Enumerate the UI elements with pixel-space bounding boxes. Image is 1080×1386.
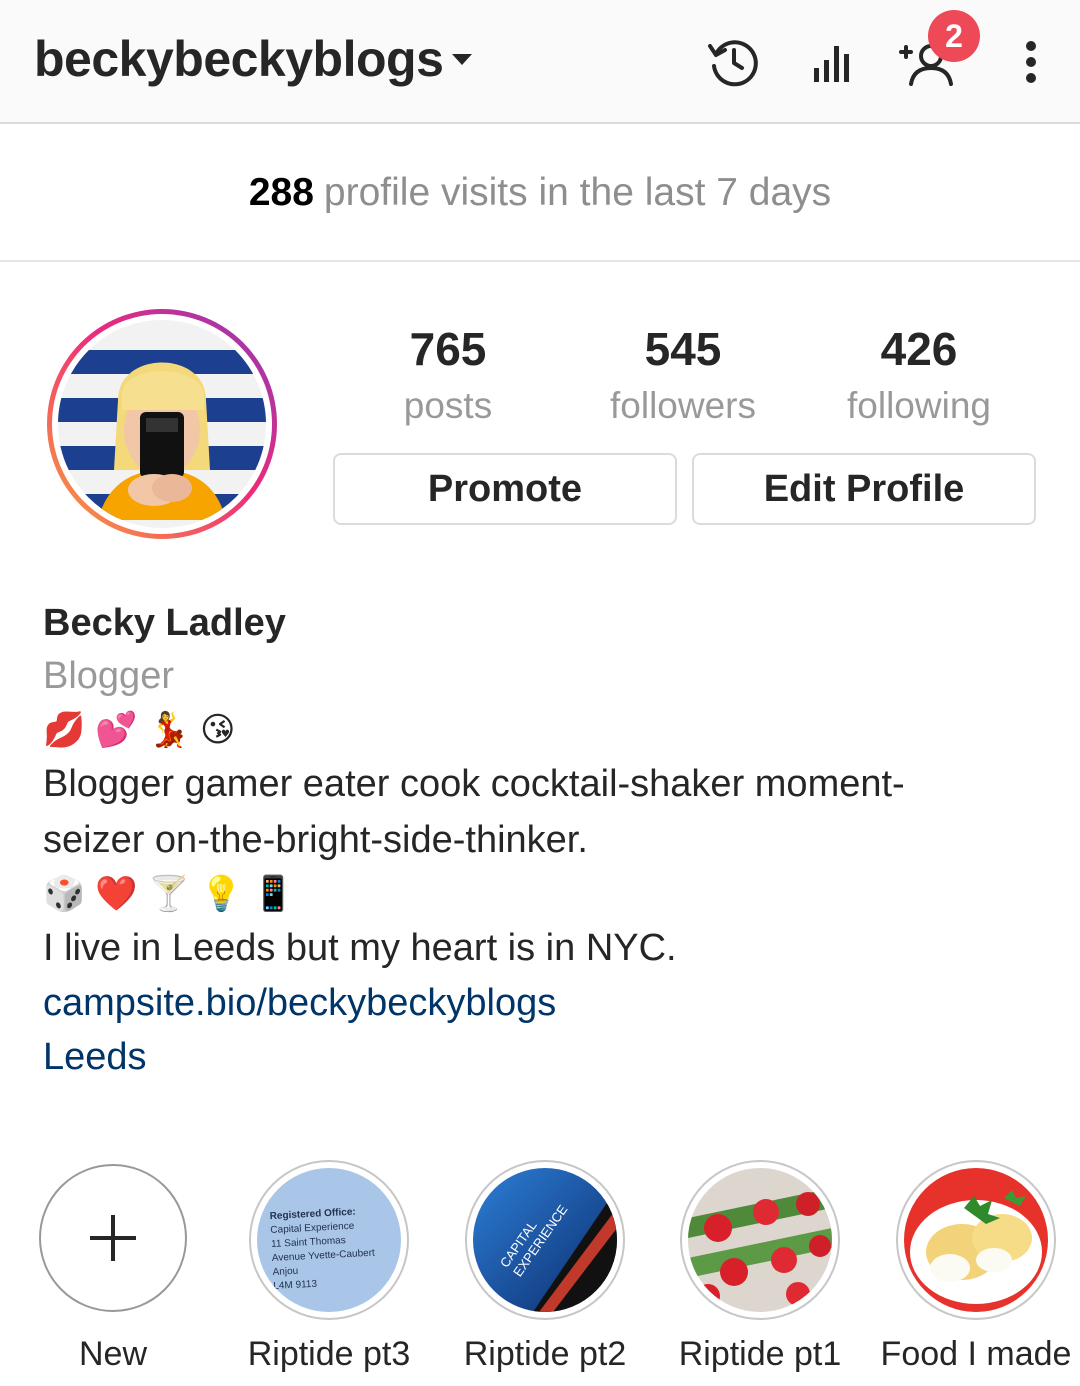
posts-count: 765 bbox=[409, 323, 487, 375]
dice-emoji: 🎲 bbox=[43, 875, 86, 913]
bio-location-link[interactable]: Leeds bbox=[43, 1030, 1043, 1084]
following-count: 426 bbox=[880, 323, 958, 375]
following-label: following bbox=[847, 385, 991, 426]
highlight-cover: CAPITAL EXPERIENCE bbox=[473, 1168, 617, 1312]
posts-label: posts bbox=[403, 385, 493, 426]
bio-emoji-row-1: 💋 💕 💃 😘 bbox=[43, 704, 1043, 756]
cocktail-emoji: 🍸 bbox=[147, 875, 191, 913]
bio-line-3: I live in Leeds but my heart is in NYC. bbox=[43, 927, 677, 969]
highlight-label: Riptide pt2 bbox=[463, 1335, 627, 1373]
followers-count: 545 bbox=[644, 323, 722, 375]
highlight-riptide-pt1[interactable]: Riptide pt1 bbox=[655, 1160, 865, 1376]
stat-posts[interactable]: 765 posts bbox=[328, 322, 568, 436]
profile-bio: Becky Ladley Blogger 💋 💕 💃 😘 Blogger gam… bbox=[43, 598, 1043, 1084]
profile-visits-banner[interactable]: 288 profile visits in the last 7 days bbox=[0, 124, 1080, 262]
history-icon[interactable] bbox=[704, 32, 764, 92]
highlight-cover: Registered Office: Capital Experience 11… bbox=[257, 1168, 401, 1312]
highlight-cover bbox=[688, 1168, 832, 1312]
highlight-riptide-pt3[interactable]: Registered Office: Capital Experience 11… bbox=[224, 1160, 434, 1376]
stat-following[interactable]: 426 following bbox=[799, 322, 1039, 436]
phone-emoji: 📱 bbox=[252, 875, 295, 913]
display-name: Becky Ladley bbox=[43, 602, 286, 644]
account-username[interactable]: beckybeckyblogs bbox=[34, 30, 444, 88]
bio-line-2: seizer on-the-bright-side-thinker. bbox=[43, 819, 588, 861]
insights-icon[interactable] bbox=[802, 32, 862, 92]
highlight-label: New bbox=[78, 1335, 148, 1373]
profile-visits-count: 288 bbox=[248, 171, 314, 214]
highlight-label: Food I made bbox=[880, 1335, 1072, 1373]
promote-button[interactable]: Promote bbox=[333, 453, 677, 525]
story-ring[interactable] bbox=[47, 309, 277, 539]
edit-profile-button[interactable]: Edit Profile bbox=[692, 453, 1036, 525]
kissing-face-emoji: 😘 bbox=[200, 711, 236, 749]
highlight-new[interactable]: New bbox=[8, 1160, 218, 1376]
heart-emoji: ❤️ bbox=[95, 875, 138, 913]
chevron-down-icon[interactable] bbox=[452, 54, 472, 65]
avatar bbox=[58, 320, 266, 528]
highlight-text: L4M 9113 bbox=[273, 1279, 318, 1292]
highlight-food-i-made[interactable]: Food I made bbox=[871, 1160, 1080, 1376]
light-bulb-emoji: 💡 bbox=[200, 875, 243, 913]
followers-label: followers bbox=[610, 385, 756, 426]
bio-emoji-row-2: 🎲 ❤️ 🍸 💡 📱 bbox=[43, 868, 1043, 920]
top-app-bar: beckybeckyblogs 2 bbox=[0, 0, 1080, 124]
bio-line-1: Blogger gamer eater cook cocktail-shaker… bbox=[43, 763, 905, 805]
highlight-cover bbox=[904, 1168, 1048, 1312]
two-hearts-emoji: 💕 bbox=[95, 711, 138, 749]
profile-visits-text: profile visits in the last 7 days bbox=[323, 171, 832, 214]
dancer-emoji: 💃 bbox=[147, 711, 191, 749]
plus-icon bbox=[90, 1215, 136, 1261]
highlight-text: Anjou bbox=[272, 1266, 298, 1278]
bio-website-link[interactable]: campsite.bio/beckybeckyblogs bbox=[43, 976, 1043, 1030]
notification-badge: 2 bbox=[928, 10, 980, 62]
highlight-riptide-pt2[interactable]: CAPITAL EXPERIENCE Riptide pt2 bbox=[440, 1160, 650, 1376]
kiss-mark-emoji: 💋 bbox=[43, 711, 86, 749]
highlight-label: Riptide pt1 bbox=[678, 1335, 842, 1373]
stat-followers[interactable]: 545 followers bbox=[563, 322, 803, 436]
more-options-icon[interactable] bbox=[1001, 32, 1061, 92]
profile-category: Blogger bbox=[43, 655, 174, 697]
highlight-label: Riptide pt3 bbox=[247, 1335, 411, 1373]
